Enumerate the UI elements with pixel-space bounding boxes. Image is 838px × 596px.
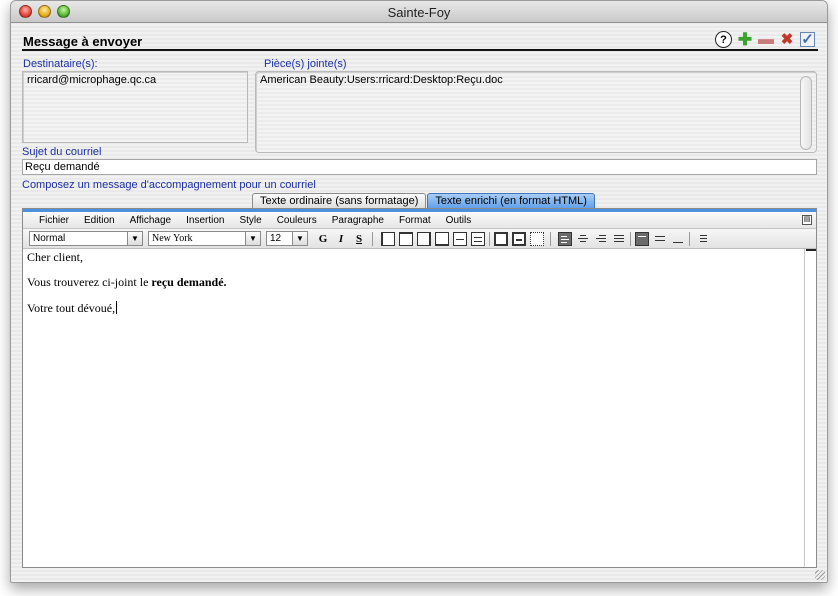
subject-input[interactable]: Reçu demandé <box>22 159 817 175</box>
underline-button[interactable]: S <box>352 232 366 246</box>
scrollbar-indicator <box>806 249 816 251</box>
closing-text: Votre tout dévoué, <box>27 301 116 315</box>
tab-rich-text[interactable]: Texte enrichi (en format HTML) <box>427 193 595 209</box>
menu-paragraphe[interactable]: Paragraphe <box>332 213 384 228</box>
align-right-icon[interactable] <box>594 232 608 246</box>
menu-outils[interactable]: Outils <box>446 213 472 228</box>
toolbar-separator <box>489 232 490 246</box>
menu-affichage[interactable]: Affichage <box>130 213 172 228</box>
menu-insertion[interactable]: Insertion <box>186 213 224 228</box>
menu-couleurs[interactable]: Couleurs <box>277 213 317 228</box>
font-size-value: 12 <box>270 233 282 244</box>
recipients-list[interactable]: rricard@microphage.qc.ca <box>22 71 248 143</box>
form-title: Message à envoyer <box>23 34 143 49</box>
border-horizontal-inner-icon[interactable] <box>471 232 485 246</box>
greeting-line: Cher client, <box>27 250 83 264</box>
attachment-item[interactable]: American Beauty:Users:rricard:Desktop:Re… <box>260 74 503 86</box>
attachments-label: Pièce(s) jointe(s) <box>264 58 347 70</box>
attachments-list[interactable]: American Beauty:Users:rricard:Desktop:Re… <box>255 71 817 153</box>
toolbar-separator <box>689 232 690 246</box>
add-icon[interactable]: ✚ <box>737 31 753 48</box>
toolbar-separator <box>550 232 551 246</box>
toolbar-separator <box>630 232 631 246</box>
valign-top-icon[interactable] <box>635 232 649 246</box>
valign-middle-icon[interactable] <box>653 232 667 246</box>
title-bar[interactable]: Sainte-Foy <box>11 1 827 23</box>
header-toolbar: ? ✚ ▬ ✖ ✓ <box>715 31 815 48</box>
body-bold-text: reçu demandé. <box>151 275 227 289</box>
attachments-scrollbar[interactable] <box>800 76 812 150</box>
border-right-icon[interactable] <box>417 232 431 246</box>
text-caret <box>116 301 118 314</box>
editor-body[interactable]: Cher client, Vous trouverez ci-joint le … <box>27 251 802 567</box>
validate-icon[interactable]: ✓ <box>800 31 815 47</box>
toolbar-separator <box>372 232 373 246</box>
editor-toolbar: Normal ▼ New York ▼ 12 ▼ G I S <box>23 229 816 249</box>
resize-handle[interactable] <box>815 570 825 580</box>
editor-accent-line <box>23 209 816 212</box>
paragraph-style-value: Normal <box>33 233 66 244</box>
chevron-down-icon: ▼ <box>245 232 260 245</box>
align-left-icon[interactable] <box>558 232 572 246</box>
border-top-icon[interactable] <box>399 232 413 246</box>
font-select[interactable]: New York ▼ <box>148 231 261 246</box>
valign-bottom-icon[interactable] <box>671 232 685 246</box>
chevron-down-icon: ▼ <box>127 232 142 245</box>
font-value: New York <box>152 233 193 244</box>
border-all-icon[interactable] <box>494 232 508 246</box>
tab-plain-text[interactable]: Texte ordinaire (sans formatage) <box>252 193 427 209</box>
editor-options-icon[interactable]: ▤ <box>802 215 812 225</box>
body-line: Vous trouverez ci-joint le reçu demandé. <box>27 276 802 289</box>
bold-button[interactable]: G <box>316 232 330 246</box>
border-horizontal-icon[interactable] <box>453 232 467 246</box>
subject-label: Sujet du courriel <box>22 146 102 158</box>
menu-fichier[interactable]: Fichier <box>39 213 69 228</box>
main-window: Sainte-Foy Message à envoyer ? ✚ ▬ ✖ ✓ D… <box>10 0 828 583</box>
font-size-select[interactable]: 12 ▼ <box>266 231 308 246</box>
paragraph-style-select[interactable]: Normal ▼ <box>29 231 143 246</box>
editor-menubar: Fichier Edition Affichage Insertion Styl… <box>23 213 816 229</box>
title-divider <box>22 49 818 51</box>
align-justify-icon[interactable] <box>612 232 626 246</box>
border-grid-icon[interactable] <box>512 232 526 246</box>
closing-line: Votre tout dévoué, <box>27 301 802 315</box>
menu-style[interactable]: Style <box>239 213 261 228</box>
chevron-down-icon: ▼ <box>292 232 307 245</box>
align-center-icon[interactable] <box>576 232 590 246</box>
recipients-label: Destinataire(s): <box>23 58 98 70</box>
window-title: Sainte-Foy <box>387 5 451 20</box>
compose-label: Composez un message d'accompagnement pou… <box>22 179 316 191</box>
remove-icon[interactable]: ▬ <box>758 31 774 48</box>
menu-edition[interactable]: Edition <box>84 213 115 228</box>
bullet-list-icon[interactable] <box>695 232 709 246</box>
menu-format[interactable]: Format <box>399 213 431 228</box>
html-editor: Fichier Edition Affichage Insertion Styl… <box>22 208 817 568</box>
italic-button[interactable]: I <box>334 232 348 246</box>
body-text: Vous trouverez ci-joint le <box>27 275 152 289</box>
editor-scrollbar[interactable] <box>804 249 816 567</box>
border-bottom-icon[interactable] <box>435 232 449 246</box>
border-none-icon[interactable] <box>530 232 544 246</box>
delete-icon[interactable]: ✖ <box>779 31 795 48</box>
border-left-icon[interactable] <box>381 232 395 246</box>
help-icon[interactable]: ? <box>715 31 732 48</box>
format-tabs: Texte ordinaire (sans formatage) Texte e… <box>252 193 596 209</box>
